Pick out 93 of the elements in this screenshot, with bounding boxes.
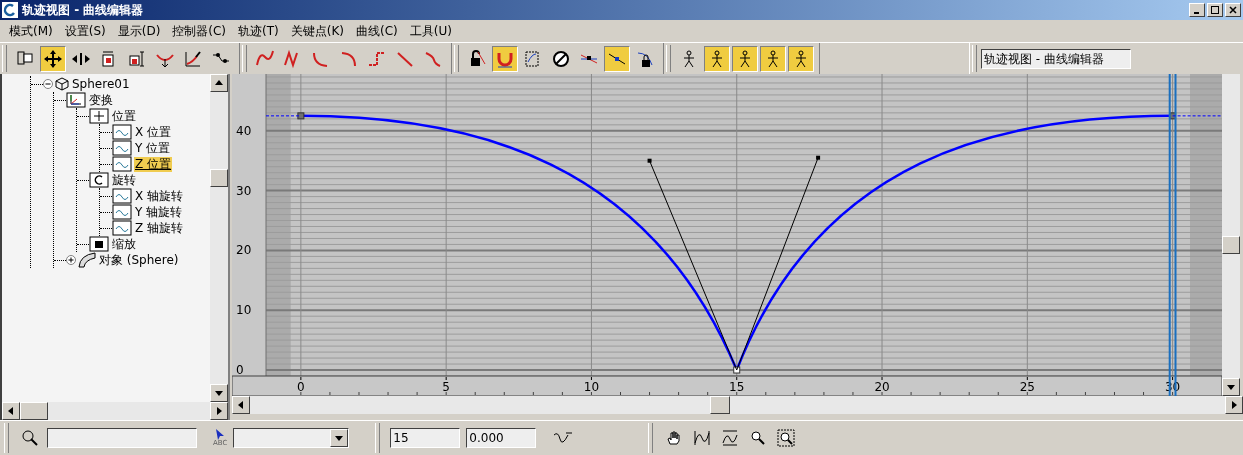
maximize-button[interactable]	[1207, 3, 1223, 17]
axis-label: 40	[236, 123, 252, 138]
magnifier-icon	[21, 429, 39, 447]
magnifier-icon	[777, 429, 796, 447]
hand-icon	[666, 430, 683, 446]
tree-item[interactable]: Y 轴旋转	[134, 204, 184, 220]
horizontal-scrollbar[interactable]	[232, 396, 1243, 414]
tree-item[interactable]: Y 位置	[134, 140, 172, 156]
frame-field[interactable]: 15	[390, 428, 461, 448]
wave-icon	[112, 188, 132, 204]
text-field[interactable]	[47, 428, 197, 448]
triangle-icon	[236, 400, 246, 410]
axis-label: 30	[236, 183, 252, 198]
cube-icon	[55, 77, 69, 91]
tree-item[interactable]: X 位置	[134, 124, 173, 140]
scroll-arrow-button[interactable]	[1222, 378, 1240, 396]
toolbar-button[interactable]	[732, 45, 758, 72]
axis-label: 0	[297, 380, 305, 394]
tree-item[interactable]: 对象 (Sphere)	[98, 252, 180, 268]
menu-item[interactable]: 工具(U)	[404, 22, 457, 40]
tree-item[interactable]: Z 轴旋转	[134, 220, 185, 236]
app-logo-icon	[2, 2, 18, 18]
wave-icon	[112, 140, 132, 156]
maximize-icon	[1211, 6, 1219, 14]
box-icon	[127, 48, 147, 69]
axis-label: 15	[729, 380, 745, 394]
close-button[interactable]	[1225, 3, 1241, 17]
close-icon	[1229, 6, 1237, 14]
toolbar-button[interactable]	[704, 45, 730, 72]
menu-item[interactable]: 关键点(K)	[285, 22, 349, 40]
scroll-thumb[interactable]	[1222, 236, 1240, 254]
curve-icon	[721, 429, 740, 447]
scroll-arrow-button[interactable]	[210, 384, 228, 402]
tree-item[interactable]: 位置	[111, 108, 137, 124]
tree-item[interactable]: 缩放	[111, 236, 137, 252]
vertical-scrollbar[interactable]	[210, 74, 228, 402]
pointer-icon	[215, 429, 226, 440]
zoom-region-button[interactable]	[775, 427, 798, 449]
scroll-arrow-button[interactable]	[210, 402, 228, 420]
menu-item[interactable]: 模式(M)	[4, 22, 58, 40]
expand-toggle-icon[interactable]	[66, 255, 76, 265]
triangle-icon	[6, 406, 16, 416]
horizontal-scrollbar[interactable]	[2, 402, 228, 420]
extension-line	[1172, 115, 1222, 117]
wave-icon	[112, 220, 132, 236]
axis-label: 25	[1019, 380, 1035, 394]
menu-item[interactable]: 显示(D)	[112, 22, 166, 40]
axis-label: 20	[874, 380, 890, 394]
toolbar-button[interactable]	[604, 45, 630, 72]
tree-item[interactable]: Z 位置	[134, 156, 173, 172]
extension-line	[265, 115, 302, 117]
scroll-thumb[interactable]	[210, 169, 228, 187]
vertical-scrollbar[interactable]	[1222, 74, 1240, 396]
window-title: 轨迹视图 - 曲线编辑器	[22, 2, 144, 19]
triangle-icon	[214, 78, 224, 88]
scroll-arrow-button[interactable]	[2, 402, 20, 420]
curve-icon	[693, 429, 712, 447]
menu-item[interactable]: 轨迹(T)	[233, 22, 284, 40]
scroll-arrow-button[interactable]	[210, 74, 228, 92]
axis-label: 20	[236, 243, 252, 258]
axis-label: 5	[442, 380, 450, 394]
tree-item[interactable]: 变换	[88, 92, 114, 108]
menu-item[interactable]: 设置(S)	[59, 22, 111, 40]
four-arrows-icon	[43, 48, 63, 69]
dropdown[interactable]	[233, 428, 350, 448]
menu-item[interactable]: 曲线(C)	[351, 22, 403, 40]
collapse-toggle-icon[interactable]	[43, 79, 53, 89]
name-field[interactable]: 轨迹视图 - 曲线编辑器	[981, 48, 1131, 69]
scroll-arrow-button[interactable]	[330, 429, 349, 447]
scroll-arrow-button[interactable]	[1225, 396, 1243, 414]
toolbar-button[interactable]	[760, 45, 786, 72]
scroll-arrow-button[interactable]	[232, 396, 250, 414]
axis-label: 0	[236, 363, 244, 377]
axis-label: 10	[583, 380, 600, 394]
toolbar-button[interactable]	[788, 45, 814, 72]
magnifier-icon	[750, 430, 767, 446]
tree-item[interactable]: Sphere01	[71, 76, 131, 92]
menu-item[interactable]: 控制器(C)	[167, 22, 232, 40]
minimize-button[interactable]	[1189, 3, 1205, 17]
value-field[interactable]: 0.000	[466, 428, 537, 448]
triangle-icon	[334, 433, 345, 443]
wave-icon	[112, 156, 132, 172]
wave-icon	[112, 204, 132, 220]
tree-item[interactable]: X 轴旋转	[134, 188, 185, 204]
circle-icon	[551, 48, 571, 69]
tree-item[interactable]: 旋转	[111, 172, 137, 188]
arc-icon	[78, 252, 96, 268]
key-point[interactable]	[733, 366, 741, 374]
scroll-thumb[interactable]	[20, 402, 48, 420]
axis-label: 10	[236, 303, 252, 318]
scroll-thumb[interactable]	[710, 396, 730, 414]
toolbar-button[interactable]	[40, 45, 66, 72]
wave-icon	[112, 124, 132, 140]
